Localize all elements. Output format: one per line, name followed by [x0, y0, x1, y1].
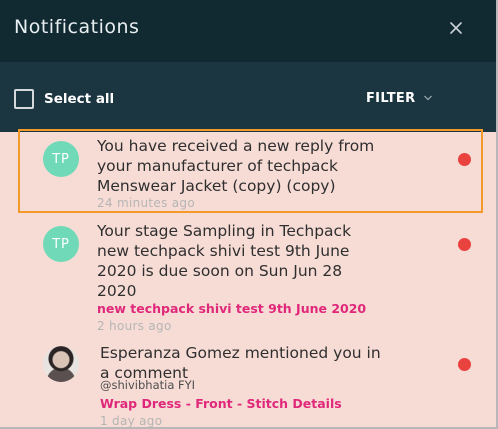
notification-message: Your stage Sampling in Techpack new tech… — [97, 222, 352, 300]
avatar — [43, 346, 79, 382]
comment-text: @shivibhatia FYI — [100, 378, 196, 392]
notification-time: 2 hours ago — [97, 319, 172, 333]
filter-label: FILTER — [366, 91, 416, 106]
panel-title: Notifications — [14, 16, 140, 38]
comment-link[interactable]: Wrap Dress - Front - Stitch Details — [100, 396, 342, 411]
techpack-link[interactable]: new techpack shivi test 9th June 2020 — [97, 301, 366, 316]
notification-item[interactable]: TP You have received a new reply from yo… — [0, 132, 496, 216]
notification-message: You have received a new reply from your … — [97, 137, 375, 195]
unread-indicator[interactable] — [458, 358, 471, 371]
chevron-down-icon — [424, 95, 433, 101]
notification-item[interactable]: Esperanza Gomez mentioned you in a comme… — [0, 340, 496, 428]
notification-message: Esperanza Gomez mentioned you in a comme… — [100, 344, 381, 382]
select-all-checkbox[interactable] — [14, 89, 34, 109]
notification-time: 24 minutes ago — [97, 196, 195, 210]
notification-time: 1 day ago — [100, 414, 163, 428]
notifications-toolbar: Select all FILTER — [0, 62, 496, 132]
select-all-label[interactable]: Select all — [44, 91, 114, 107]
unread-indicator[interactable] — [458, 153, 471, 166]
notifications-panel: Notifications Select all FILTER TP You h… — [0, 0, 498, 429]
notification-item[interactable]: TP Your stage Sampling in Techpack new t… — [0, 218, 496, 336]
unread-indicator[interactable] — [458, 238, 471, 251]
avatar: TP — [43, 226, 79, 262]
filter-button[interactable]: FILTER — [366, 91, 433, 111]
panel-header: Notifications — [0, 0, 496, 62]
avatar: TP — [43, 141, 79, 177]
close-icon[interactable] — [446, 18, 466, 38]
